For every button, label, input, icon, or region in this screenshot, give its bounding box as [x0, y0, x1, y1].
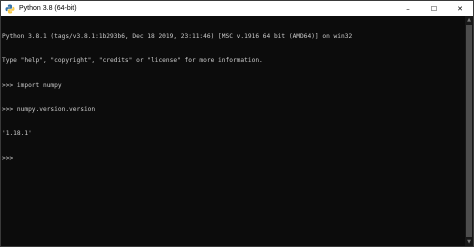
console-line: Type "help", "copyright", "credits" or "… — [2, 57, 263, 65]
maximize-button[interactable]: ☐ — [421, 1, 447, 16]
vertical-scrollbar[interactable]: ▲ ▼ — [465, 16, 473, 246]
console-output[interactable]: Python 3.8.1 (tags/v3.8.1:1b293b6, Dec 1… — [1, 16, 465, 246]
scroll-up-arrow-icon[interactable]: ▲ — [465, 16, 473, 24]
minimize-button[interactable]: – — [395, 1, 421, 16]
console-line: >>> numpy.version.version — [2, 106, 96, 114]
close-button[interactable]: ✕ — [447, 1, 473, 16]
console-line: Python 3.8.1 (tags/v3.8.1:1b293b6, Dec 1… — [2, 33, 353, 41]
window-controls: – ☐ ✕ — [395, 1, 473, 16]
console-prompt-line[interactable]: >>> — [2, 155, 465, 163]
window-title: Python 3.8 (64-bit) — [19, 5, 77, 12]
console-line: '1.18.1' — [2, 130, 32, 138]
python-icon — [5, 4, 15, 14]
title-bar[interactable]: Python 3.8 (64-bit) – ☐ ✕ — [1, 1, 473, 16]
console-line: >>> import numpy — [2, 81, 62, 89]
scroll-down-arrow-icon[interactable]: ▼ — [465, 238, 473, 246]
scrollbar-thumb[interactable] — [466, 25, 472, 237]
python-console-window: Python 3.8 (64-bit) – ☐ ✕ Python 3.8.1 (… — [0, 0, 474, 247]
